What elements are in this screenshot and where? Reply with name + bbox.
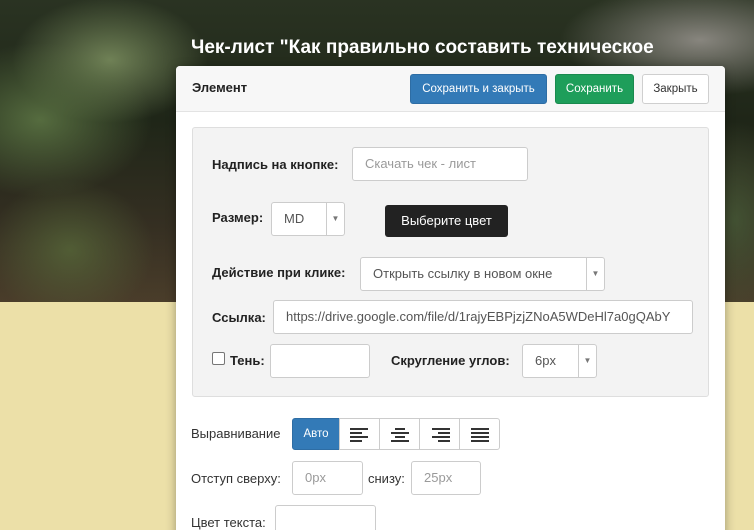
margin-top-label: Отступ сверху: xyxy=(191,471,281,486)
size-select-value: MD xyxy=(284,211,305,226)
chevron-down-icon: ▼ xyxy=(578,345,596,377)
align-auto-button[interactable]: Авто xyxy=(292,418,340,450)
align-right-icon xyxy=(432,428,450,442)
align-center-button[interactable] xyxy=(379,418,420,450)
alignment-label: Выравнивание xyxy=(191,426,281,441)
choose-color-button[interactable]: Выберите цвет xyxy=(385,205,508,237)
click-action-label: Действие при клике: xyxy=(212,265,346,280)
text-color-label: Цвет текста: xyxy=(191,515,266,530)
link-label: Ссылка: xyxy=(212,310,266,325)
corner-radius-value: 6px xyxy=(535,353,556,368)
chevron-down-icon: ▼ xyxy=(326,203,344,235)
save-and-close-button[interactable]: Сохранить и закрыть xyxy=(410,74,547,104)
align-justify-button[interactable] xyxy=(459,418,500,450)
margin-bottom-label: снизу: xyxy=(368,471,405,486)
page-title: Чек-лист "Как правильно составить технич… xyxy=(191,37,654,58)
button-text-label: Надпись на кнопке: xyxy=(212,157,339,172)
save-button[interactable]: Сохранить xyxy=(555,74,634,104)
close-button[interactable]: Закрыть xyxy=(642,74,709,104)
button-settings-panel: Надпись на кнопке: Скачать чек - лист Ра… xyxy=(192,127,709,397)
align-left-button[interactable] xyxy=(339,418,380,450)
shadow-label: Тень: xyxy=(230,353,265,368)
chevron-down-icon: ▼ xyxy=(586,258,604,290)
align-center-icon xyxy=(391,428,409,442)
size-select[interactable]: MD ▼ xyxy=(271,202,345,236)
shadow-input[interactable] xyxy=(270,344,370,378)
click-action-select[interactable]: Открыть ссылку в новом окне ▼ xyxy=(360,257,605,291)
modal-header: Элемент Сохранить и закрыть Сохранить За… xyxy=(176,66,725,112)
corner-radius-select[interactable]: 6px ▼ xyxy=(522,344,597,378)
link-input[interactable]: https://drive.google.com/file/d/1rajyEBP… xyxy=(273,300,693,334)
align-justify-icon xyxy=(471,428,489,442)
shadow-checkbox[interactable] xyxy=(212,352,225,365)
margin-bottom-input[interactable]: 25px xyxy=(411,461,481,495)
align-left-icon xyxy=(350,428,368,442)
modal-title: Элемент xyxy=(192,80,248,95)
element-modal: Элемент Сохранить и закрыть Сохранить За… xyxy=(176,66,725,530)
margin-top-input[interactable]: 0px xyxy=(292,461,363,495)
button-text-input[interactable]: Скачать чек - лист xyxy=(352,147,528,181)
size-label: Размер: xyxy=(212,210,264,225)
corner-radius-label: Скругление углов: xyxy=(391,353,510,368)
align-right-button[interactable] xyxy=(419,418,460,450)
text-color-input[interactable] xyxy=(275,505,376,530)
click-action-value: Открыть ссылку в новом окне xyxy=(373,266,553,281)
